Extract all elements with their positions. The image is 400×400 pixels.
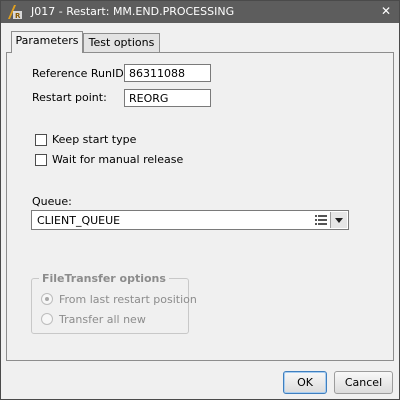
restart-dialog: R J017 - Restart: MM.END.PROCESSING ✕ Pa…	[0, 0, 400, 400]
chevron-down-icon[interactable]	[330, 212, 347, 228]
title-bar[interactable]: R J017 - Restart: MM.END.PROCESSING ✕	[1, 1, 399, 23]
tab-test-options[interactable]: Test options	[83, 33, 160, 52]
tab-parameters[interactable]: Parameters	[11, 31, 83, 53]
automic-restart-icon: R	[8, 5, 22, 20]
keep-start-type-checkbox[interactable]	[35, 134, 47, 146]
reference-runid-field[interactable]: 86311088	[124, 64, 211, 82]
filetransfer-options-legend: FileTransfer options	[39, 272, 169, 285]
transfer-all-new-radio[interactable]	[41, 313, 53, 325]
ok-button[interactable]: OK	[283, 371, 327, 394]
queue-select[interactable]: CLIENT_QUEUE	[31, 210, 349, 230]
svg-text:R: R	[15, 12, 21, 20]
cancel-button[interactable]: Cancel	[334, 371, 393, 394]
window-title: J017 - Restart: MM.END.PROCESSING	[31, 5, 235, 18]
queue-value: CLIENT_QUEUE	[37, 214, 121, 227]
transfer-all-new-label: Transfer all new	[59, 313, 146, 326]
radio-selected-dot	[45, 297, 49, 301]
wait-manual-release-label: Wait for manual release	[52, 153, 184, 166]
wait-manual-release-checkbox[interactable]	[35, 154, 47, 166]
list-icon[interactable]	[315, 214, 327, 226]
close-icon[interactable]: ✕	[379, 4, 393, 18]
from-last-restart-radio[interactable]	[41, 293, 53, 305]
restart-point-field[interactable]: REORG	[124, 89, 211, 107]
reference-runid-label: Reference RunID:	[32, 67, 128, 80]
queue-label: Queue:	[32, 195, 72, 208]
from-last-restart-label: From last restart position	[59, 293, 197, 306]
keep-start-type-label: Keep start type	[52, 133, 137, 146]
restart-point-label: Restart point:	[32, 91, 107, 104]
